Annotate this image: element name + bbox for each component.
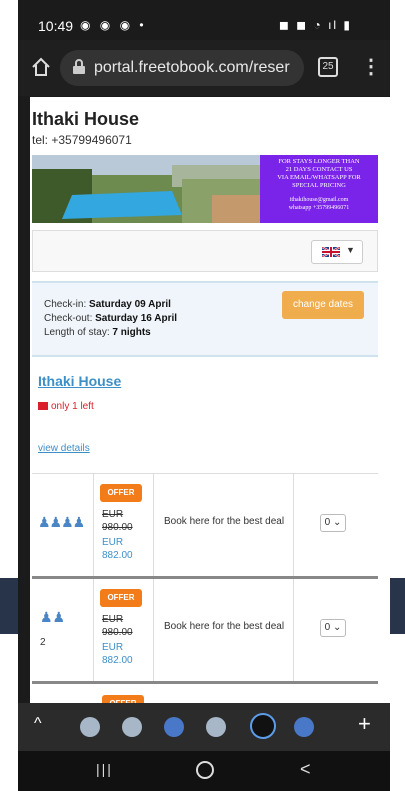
banner-promo-text: FOR STAYS LONGER THAN 21 DAYS CONTACT US…	[260, 155, 378, 223]
length-row: Length of stay: 7 nights	[44, 327, 151, 338]
checkin-label: Check-in:	[44, 299, 87, 310]
flag-icon	[38, 402, 48, 411]
table-row-partial: OFFER	[32, 681, 378, 703]
quantity-cell: 0 ⌄	[294, 579, 378, 681]
guests-icon: ♟♟♟♟	[38, 514, 85, 530]
system-icons: ◼ ◼ ◔ ıl ▮	[278, 18, 352, 32]
old-price: EUR 980.00	[102, 613, 133, 639]
back-icon[interactable]: <	[300, 759, 311, 780]
recents-icon[interactable]: |||	[96, 761, 113, 777]
new-price: EUR 882.00	[102, 536, 133, 562]
chevron-up-icon[interactable]: ^	[34, 715, 42, 733]
table-row: ♟♟♟♟ OFFER EUR 980.00 EUR 882.00 Book he…	[32, 474, 378, 579]
banner-line: SPECIAL PRICING	[292, 182, 346, 189]
chevron-down-icon: ⌄	[330, 517, 342, 528]
new-price-value: 882.00	[102, 655, 133, 666]
table-row: ♟♟ 2 OFFER EUR 980.00 EUR 882.00 Book he…	[32, 579, 378, 684]
old-price-currency: EUR	[102, 509, 124, 520]
chat-head-icon[interactable]	[294, 717, 314, 737]
chevron-down-icon: ▼	[346, 245, 355, 255]
price-cell: OFFER EUR 980.00 EUR 882.00	[94, 474, 154, 576]
availability-text: only 1 left	[51, 401, 94, 412]
background-strip-left	[0, 578, 18, 634]
status-time: 10:49	[38, 18, 74, 34]
page-content: Ithaki House tel: +35799496071 FOR STAYS…	[30, 97, 390, 703]
chat-head-icon[interactable]	[206, 717, 226, 737]
url-text: portal.freetobook.com/reser	[94, 59, 290, 76]
quantity-select[interactable]: 0 ⌄	[320, 619, 346, 637]
change-dates-button[interactable]: change dates	[282, 291, 364, 319]
guests-cell: ♟♟♟♟	[32, 474, 94, 576]
uk-flag-icon	[322, 247, 340, 257]
new-price-value: 882.00	[102, 550, 133, 561]
rates-table: ♟♟♟♟ OFFER EUR 980.00 EUR 882.00 Book he…	[32, 473, 378, 684]
checkout-row: Check-out: Saturday 16 April	[44, 313, 177, 324]
browser-toolbar: portal.freetobook.com/reser 25 ⋮	[18, 40, 390, 96]
guests-icon: ♟♟	[40, 609, 66, 625]
more-menu-icon[interactable]: ⋮	[361, 54, 381, 79]
old-price-currency: EUR	[102, 614, 124, 625]
system-nav-bar: ||| <	[18, 751, 390, 791]
checkout-label: Check-out:	[44, 313, 93, 324]
page-title: Ithaki House	[32, 109, 140, 129]
banner-line: FOR STAYS LONGER THAN	[278, 158, 360, 165]
background-strip-right	[390, 578, 405, 634]
length-value: 7 nights	[112, 327, 151, 338]
language-select[interactable]: ▼	[311, 240, 363, 264]
old-price-value: 980.00	[102, 522, 133, 533]
banner-line: 21 DAYS CONTACT US	[285, 166, 353, 173]
plus-icon[interactable]: +	[358, 711, 371, 737]
new-price: EUR 882.00	[102, 641, 133, 667]
offer-badge: OFFER	[100, 589, 142, 607]
description-cell: Book here for the best deal	[154, 474, 294, 576]
hotel-phone: tel: +35799496071	[32, 133, 132, 147]
old-price-value: 980.00	[102, 627, 133, 638]
notification-icons: ◉ ◉ ◉ •	[80, 18, 147, 32]
phone-screen: 10:49 ◉ ◉ ◉ • ◼ ◼ ◔ ıl ▮ portal.freetobo…	[18, 0, 390, 791]
banner-whatsapp: whatsapp +35799496071	[288, 205, 350, 211]
new-price-currency: EUR	[102, 642, 124, 653]
hotel-banner: FOR STAYS LONGER THAN 21 DAYS CONTACT US…	[32, 155, 378, 223]
guests-cell: ♟♟ 2	[32, 579, 94, 681]
checkin-row: Check-in: Saturday 09 April	[44, 299, 171, 310]
chat-head-icon[interactable]	[80, 717, 100, 737]
stay-summary: Check-in: Saturday 09 April Check-out: S…	[32, 281, 378, 357]
address-bar[interactable]: portal.freetobook.com/reser	[60, 50, 304, 86]
availability-badge: only 1 left	[38, 401, 94, 412]
chat-head-icon[interactable]	[122, 717, 142, 737]
chat-head-icon[interactable]	[164, 717, 184, 737]
length-label: Length of stay:	[44, 327, 110, 338]
offer-badge: OFFER	[100, 484, 142, 502]
checkin-value: Saturday 09 April	[89, 299, 171, 310]
description-cell: Book here for the best deal	[154, 579, 294, 681]
chat-bubbles-bar: ^ +	[18, 703, 390, 751]
tab-switcher-button[interactable]: 25	[318, 57, 338, 77]
language-bar: ▼	[32, 230, 378, 272]
chevron-down-icon: ⌄	[330, 622, 342, 633]
lock-icon	[73, 59, 85, 74]
checkout-value: Saturday 16 April	[95, 313, 178, 324]
quantity-cell: 0 ⌄	[294, 474, 378, 576]
offer-badge: OFFER	[102, 695, 144, 703]
banner-email: ithakihouse@gmail.com	[289, 197, 349, 203]
home-icon[interactable]	[30, 56, 52, 78]
new-price-currency: EUR	[102, 537, 124, 548]
banner-line: VIA EMAIL/WHATSAPP FOR	[277, 174, 361, 181]
room-name-link[interactable]: Ithaki House	[38, 373, 121, 389]
guests-count: 2	[40, 637, 46, 648]
home-nav-icon[interactable]	[196, 761, 214, 779]
quantity-select[interactable]: 0 ⌄	[320, 514, 346, 532]
price-cell: OFFER EUR 980.00 EUR 882.00	[94, 579, 154, 681]
rate-description: Book here for the best deal	[164, 621, 285, 632]
rate-description: Book here for the best deal	[164, 516, 285, 527]
active-chat-head-icon[interactable]	[250, 713, 276, 739]
view-details-link[interactable]: view details	[38, 443, 90, 454]
status-bar: 10:49 ◉ ◉ ◉ • ◼ ◼ ◔ ıl ▮	[18, 0, 390, 38]
old-price: EUR 980.00	[102, 508, 133, 534]
